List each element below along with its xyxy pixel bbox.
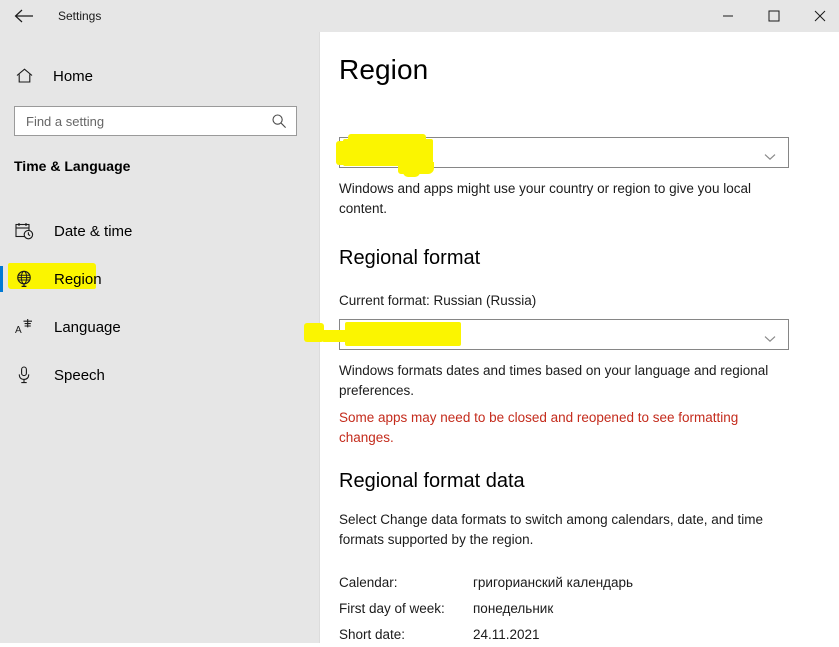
search-input[interactable] [26, 113, 261, 129]
svg-text:A: A [15, 325, 22, 336]
regional-format-value: Russian (Russia) [351, 327, 454, 342]
search-box[interactable] [14, 106, 297, 136]
search-icon[interactable] [271, 113, 287, 129]
minimize-icon [722, 10, 734, 22]
regional-format-data-table: Calendar: григорианский календарь First … [339, 569, 769, 647]
globe-icon [14, 269, 34, 289]
back-button[interactable] [8, 0, 40, 32]
main-content: Region Country or region Russia Windows … [321, 32, 839, 643]
selection-accent-bar [0, 362, 3, 388]
table-row: First day of week: понедельник [339, 595, 769, 621]
regional-format-heading: Regional format [339, 247, 481, 269]
country-or-region-dropdown[interactable]: Russia [339, 137, 789, 168]
selection-accent-bar [0, 314, 3, 340]
table-row: Short date: 24.11.2021 [339, 621, 769, 647]
translate-icon: A [14, 317, 34, 337]
sidebar-item-speech[interactable]: Speech [0, 351, 320, 399]
title-bar: Settings [0, 0, 839, 32]
sidebar-item-label: Language [54, 318, 121, 336]
sidebar-item-region[interactable]: Region [0, 255, 320, 303]
selection-accent-bar [0, 266, 3, 292]
sidebar-item-language[interactable]: A Language [0, 303, 320, 351]
country-or-region-description: Windows and apps might use your country … [339, 181, 751, 216]
table-cell-value: понедельник [473, 600, 554, 616]
sidebar-category-title: Time & Language [14, 158, 131, 174]
country-or-region-value: Russia [351, 145, 393, 160]
maximize-button[interactable] [751, 0, 797, 32]
sidebar-item-label: Region [54, 270, 102, 288]
microphone-icon [14, 365, 34, 385]
sidebar-item-label-home: Home [53, 67, 94, 85]
chevron-down-icon [764, 148, 776, 161]
formatting-warning-text: Some apps may need to be closed and reop… [339, 410, 739, 445]
selection-accent-bar [0, 218, 3, 244]
regional-format-data-heading: Regional format data [339, 470, 525, 492]
minimize-button[interactable] [705, 0, 751, 32]
maximize-icon [768, 10, 780, 22]
page-title: Region [339, 54, 429, 85]
table-cell-value: григорианский календарь [473, 574, 634, 590]
app-title: Settings [58, 9, 102, 23]
close-icon [814, 10, 826, 22]
back-arrow-icon [14, 9, 34, 23]
calendar-clock-icon [14, 221, 34, 241]
regional-format-description: Windows formats dates and times based on… [339, 363, 769, 398]
home-icon [14, 68, 34, 84]
table-cell-key: Calendar: [339, 574, 398, 590]
sidebar-item-home[interactable]: Home [0, 58, 300, 94]
table-cell-key: First day of week: [339, 600, 445, 616]
regional-format-dropdown[interactable]: Russian (Russia) [339, 319, 789, 350]
chevron-down-icon [764, 330, 776, 343]
close-button[interactable] [797, 0, 839, 32]
regional-format-data-description: Select Change data formats to switch amo… [339, 512, 763, 547]
sidebar-nav-list: Date & time Region A Language Speech [0, 207, 320, 399]
current-format-label: Current format: Russian (Russia) [339, 293, 537, 308]
sidebar-item-label: Speech [54, 366, 105, 384]
table-row: Calendar: григорианский календарь [339, 569, 769, 595]
table-cell-key: Short date: [339, 626, 406, 642]
table-cell-value: 24.11.2021 [473, 626, 540, 642]
sidebar-item-date-time[interactable]: Date & time [0, 207, 320, 255]
sidebar-item-label: Date & time [54, 222, 133, 240]
sidebar: Home Time & Language Date & ti [0, 32, 320, 643]
